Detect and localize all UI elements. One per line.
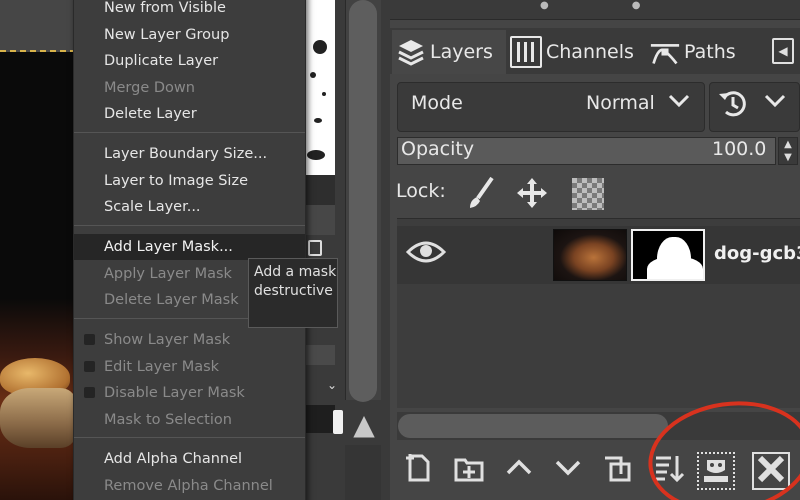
menu-separator bbox=[74, 225, 305, 226]
opacity-label: Opacity bbox=[401, 138, 475, 160]
brush-dot bbox=[313, 40, 327, 54]
canvas-wood-piece bbox=[0, 388, 75, 448]
chevron-down-icon[interactable] bbox=[762, 88, 788, 120]
lock-pixels-brush-icon[interactable] bbox=[463, 176, 499, 212]
gimp-window: ⌄ ▲ ● ● ● Layers Channels Paths ◀ Mode N… bbox=[0, 0, 800, 500]
checkbox-edit-layer-mask[interactable] bbox=[84, 361, 95, 372]
dock-separator bbox=[305, 345, 335, 365]
menu-separator bbox=[74, 437, 305, 438]
tooltip-line: Add a mask bbox=[254, 264, 337, 280]
menu-item-new-layer-group[interactable]: New Layer Group bbox=[74, 22, 305, 48]
dock-footer bbox=[345, 445, 381, 500]
canvas-ruler-area bbox=[0, 0, 75, 52]
dock-tab bbox=[305, 405, 335, 433]
opacity-spin-button[interactable]: ▲ ▼ bbox=[778, 137, 798, 165]
tooltip-line: destructive bbox=[254, 283, 333, 299]
menu-item-label: Disable Layer Mask bbox=[104, 385, 245, 401]
mode-label: Mode bbox=[411, 92, 463, 114]
reset-icon[interactable] bbox=[716, 86, 750, 127]
layers-icon bbox=[396, 37, 426, 67]
menu-item-layer-boundary-size[interactable]: Layer Boundary Size... bbox=[74, 141, 305, 167]
menu-item-merge-down[interactable]: Merge Down bbox=[74, 75, 305, 101]
dock-top-icons: ● ● ● bbox=[540, 0, 800, 11]
chevron-down-icon[interactable]: ⌄ bbox=[327, 378, 337, 392]
lock-label: Lock: bbox=[396, 180, 446, 202]
lower-layer-icon[interactable] bbox=[549, 452, 587, 490]
channels-icon bbox=[510, 36, 542, 68]
tab-channels-label: Channels bbox=[546, 41, 634, 63]
opacity-value[interactable]: 100.0 bbox=[712, 138, 766, 160]
horizontal-scrollbar-thumb[interactable] bbox=[398, 414, 668, 438]
new-document-icon[interactable] bbox=[308, 240, 322, 256]
layer-name[interactable]: dog-gcb3 bbox=[714, 243, 800, 264]
checkbox-disable-layer-mask[interactable] bbox=[84, 387, 95, 398]
brush-dot bbox=[307, 150, 325, 160]
tab-paths[interactable]: Paths bbox=[648, 30, 768, 74]
menu-item-label: Show Layer Mask bbox=[104, 332, 231, 348]
tab-layers-label: Layers bbox=[430, 41, 493, 63]
tab-paths-label: Paths bbox=[684, 41, 736, 63]
checkbox-show-layer-mask[interactable] bbox=[84, 334, 95, 345]
duplicate-layer-icon[interactable] bbox=[598, 452, 636, 490]
tab-channels[interactable]: Channels bbox=[508, 30, 646, 74]
brush-preview bbox=[305, 0, 335, 175]
menu-item-remove-alpha-channel[interactable]: Remove Alpha Channel bbox=[74, 473, 305, 499]
paths-icon bbox=[650, 37, 680, 67]
dock-separator bbox=[305, 175, 335, 205]
menu-item-add-layer-mask[interactable]: Add Layer Mask... bbox=[74, 234, 305, 260]
menu-item-duplicate-layer[interactable]: Duplicate Layer bbox=[74, 48, 305, 74]
layer-thumbnail[interactable] bbox=[553, 229, 627, 281]
dock-separator bbox=[305, 205, 335, 235]
menu-item-layer-to-image-size[interactable]: Layer to Image Size bbox=[74, 168, 305, 194]
lock-position-move-icon[interactable] bbox=[514, 176, 550, 212]
lock-alpha-checker-icon[interactable] bbox=[572, 178, 604, 210]
menu-item-new-from-visible[interactable]: New from Visible bbox=[74, 0, 305, 21]
mask-silhouette bbox=[647, 257, 703, 279]
menu-item-mask-to-selection[interactable]: Mask to Selection bbox=[74, 407, 305, 433]
menu-item-label: Edit Layer Mask bbox=[104, 359, 220, 375]
chevron-down-icon[interactable] bbox=[666, 88, 692, 120]
layer-context-menu: New from Visible New Layer Group Duplica… bbox=[73, 0, 306, 500]
menu-item-delete-layer[interactable]: Delete Layer bbox=[74, 101, 305, 127]
tooltip: Add a mask destructive bbox=[248, 258, 338, 328]
vertical-scrollbar-thumb[interactable] bbox=[349, 0, 377, 402]
menu-item-show-layer-mask[interactable]: Show Layer Mask bbox=[74, 327, 305, 353]
menu-item-edit-layer-mask[interactable]: Edit Layer Mask bbox=[74, 354, 305, 380]
brush-dot bbox=[314, 118, 322, 123]
new-layer-group-icon[interactable] bbox=[450, 452, 488, 490]
eye-visibility-icon[interactable] bbox=[405, 238, 447, 268]
menu-item-scale-layer[interactable]: Scale Layer... bbox=[74, 194, 305, 220]
menu-separator bbox=[74, 132, 305, 133]
menu-item-add-alpha-channel[interactable]: Add Alpha Channel bbox=[74, 446, 305, 472]
brush-dot bbox=[322, 92, 326, 96]
menu-item-disable-layer-mask[interactable]: Disable Layer Mask bbox=[74, 380, 305, 406]
mode-value[interactable]: Normal bbox=[586, 92, 655, 114]
raise-layer-icon[interactable] bbox=[500, 452, 538, 490]
new-layer-icon[interactable] bbox=[400, 452, 438, 490]
panel-menu-icon[interactable]: ◀ bbox=[772, 38, 794, 64]
navigate-up-icon[interactable]: ▲ bbox=[347, 405, 381, 445]
brush-dot bbox=[310, 72, 316, 78]
dock-tab-indicator[interactable] bbox=[333, 410, 343, 434]
tab-layers[interactable]: Layers bbox=[392, 30, 506, 74]
layer-mask-thumbnail[interactable] bbox=[631, 229, 705, 281]
